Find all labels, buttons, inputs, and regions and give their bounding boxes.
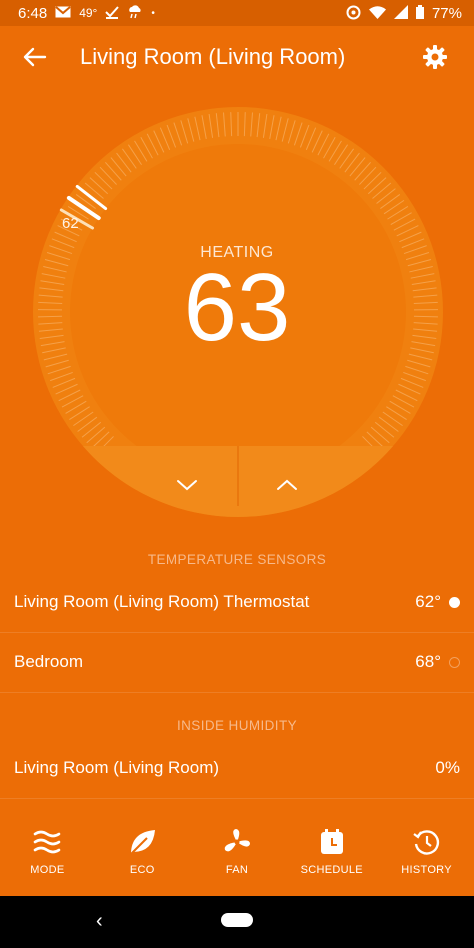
humidity-name: Living Room (Living Room): [14, 758, 220, 777]
wifi-icon: [368, 5, 386, 21]
status-weather-temp: 49°: [79, 6, 98, 20]
notification-dot: •: [151, 7, 155, 19]
nav-history[interactable]: HISTORY: [380, 812, 474, 876]
history-icon: [412, 830, 439, 855]
sensor-value: 68°: [415, 652, 441, 671]
humidity-value: 0%: [435, 758, 460, 777]
signal-icon: [393, 5, 408, 21]
back-button[interactable]: [18, 40, 52, 74]
active-sensor-dot: [449, 596, 460, 608]
humidity-row: Living Room (Living Room) 0%: [0, 739, 474, 797]
inactive-sensor-dot: [449, 656, 460, 668]
gear-icon: [423, 45, 447, 69]
decrease-temp-button[interactable]: [137, 460, 237, 510]
data-saver-icon: [346, 5, 361, 22]
nav-label: HISTORY: [401, 864, 452, 876]
arrow-left-icon: [23, 47, 47, 67]
system-navigation-bar: ‹: [0, 896, 474, 948]
divider: [0, 798, 474, 799]
nav-fan[interactable]: FAN: [190, 812, 284, 876]
app-bar: Living Room (Living Room): [0, 26, 474, 88]
nav-mode[interactable]: MODE: [0, 812, 94, 876]
increase-temp-button[interactable]: [237, 460, 337, 510]
system-home-pill[interactable]: [221, 913, 253, 927]
nav-label: SCHEDULE: [300, 864, 363, 876]
nav-label: MODE: [30, 864, 65, 876]
temperature-sensors-heading: TEMPERATURE SENSORS: [147, 552, 327, 567]
battery-icon: [415, 5, 424, 21]
system-back-chevron-icon[interactable]: ‹: [96, 910, 103, 933]
current-temperature: 62: [62, 215, 79, 232]
check-icon: [105, 5, 120, 21]
nav-eco[interactable]: ECO: [95, 812, 189, 876]
page-title: Living Room (Living Room): [80, 44, 346, 69]
sensor-value: 62°: [415, 592, 441, 611]
status-time: 6:48: [18, 4, 48, 22]
mode-icon: [34, 830, 61, 854]
nav-schedule[interactable]: SCHEDULE: [285, 812, 379, 876]
fan-icon: [224, 829, 250, 852]
sensor-name: Living Room (Living Room) Thermostat: [14, 592, 310, 611]
divider: [0, 692, 474, 693]
sensor-row-bedroom[interactable]: Bedroom 68°: [0, 633, 474, 691]
leaf-icon: [130, 830, 156, 855]
status-bar: 6:48 49° • 77%: [0, 0, 474, 26]
battery-percent: 77%: [431, 4, 462, 22]
bottom-navigation: MODE ECO FAN SCHEDULE HISTORY: [0, 812, 474, 896]
gmail-icon: [55, 6, 71, 20]
sensor-name: Bedroom: [14, 652, 83, 671]
schedule-icon: [320, 829, 343, 854]
chevron-down-icon: [177, 480, 197, 491]
chevron-up-icon: [277, 479, 297, 490]
inside-humidity-heading: INSIDE HUMIDITY: [176, 718, 297, 733]
nav-label: ECO: [129, 864, 155, 876]
settings-button[interactable]: [418, 40, 452, 74]
sensor-row-thermostat[interactable]: Living Room (Living Room) Thermostat 62°: [0, 573, 474, 631]
rain-cloud-icon: [127, 5, 143, 21]
nav-label: FAN: [225, 864, 249, 876]
setpoint-temperature: 63: [183, 254, 291, 361]
